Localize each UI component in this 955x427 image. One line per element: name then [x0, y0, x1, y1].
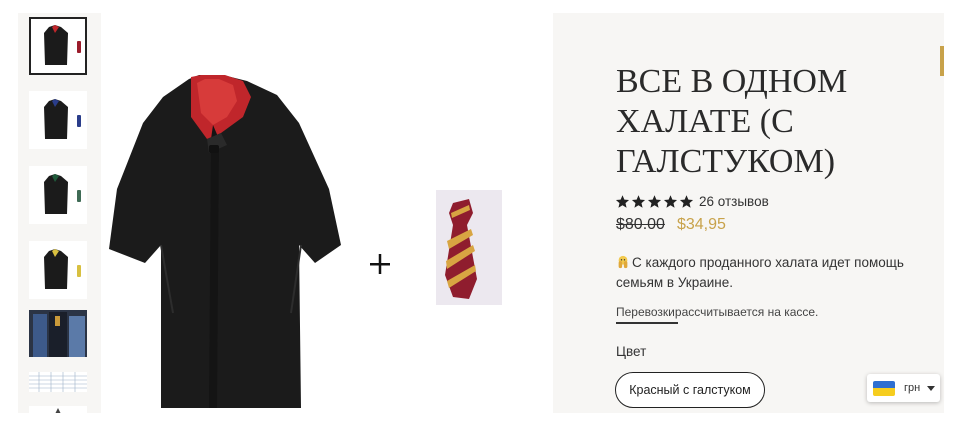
rating-row[interactable]: 26 отзывов [615, 194, 769, 209]
thumbnail-size-chart[interactable] [29, 372, 87, 392]
robe-photo-icon [29, 310, 87, 357]
old-price: $80.00 [616, 216, 665, 233]
currency-selector[interactable]: грн [867, 374, 940, 402]
charity-text: С каждого проданного халата идет помощь … [616, 255, 904, 290]
praying-hands-icon [618, 255, 628, 269]
star-icon [679, 195, 694, 208]
robe-green-icon [29, 166, 87, 224]
shipping-link-underline [616, 322, 678, 324]
star-icon [615, 195, 630, 208]
rating-stars [615, 194, 694, 209]
star-icon [647, 195, 662, 208]
shipping-text: рассчитывается на кассе. [674, 305, 819, 319]
side-tab[interactable] [940, 46, 944, 76]
price-row: $80.00 $34,95 [616, 216, 726, 234]
star-icon [631, 195, 646, 208]
star-icon [663, 195, 678, 208]
shipping-note: Перевозкирассчитывается на кассе. [616, 305, 818, 319]
shipping-link[interactable]: Перевозки [616, 305, 675, 319]
product-title: ВСЕ В ОДНОМ ХАЛАТЕ (С ГАЛСТУКОМ) [616, 63, 848, 180]
chevron-down-icon [927, 385, 936, 391]
color-option-red-with-tie[interactable]: Красный с галстуком [615, 372, 765, 408]
ukraine-flag-icon [873, 380, 895, 396]
thumbnail-rail [18, 13, 101, 413]
currency-code: грн [904, 382, 921, 394]
robe-and-tie-icon [109, 75, 502, 408]
thumbnail-blue[interactable] [29, 91, 87, 149]
robe-blue-icon [29, 91, 87, 149]
color-label: Цвет [616, 344, 647, 359]
thumbnail-yellow[interactable] [29, 241, 87, 299]
thumbnail-model[interactable] [29, 406, 87, 413]
thumbnail-photo[interactable] [29, 310, 87, 357]
sale-price: $34,95 [676, 216, 726, 233]
robe-yellow-icon [29, 241, 87, 299]
product-info-panel: ВСЕ В ОДНОМ ХАЛАТЕ (С ГАЛСТУКОМ) 26 отзы… [553, 13, 944, 413]
size-chart-icon [29, 372, 87, 392]
thumbnail-green[interactable] [29, 166, 87, 224]
charity-note: С каждого проданного халата идет помощь … [616, 253, 926, 293]
robe-red-icon [31, 19, 85, 73]
thumbnail-red[interactable] [29, 17, 87, 75]
model-photo-icon [29, 406, 87, 413]
main-product-image[interactable] [101, 13, 553, 413]
review-count[interactable]: 26 отзывов [699, 194, 769, 209]
